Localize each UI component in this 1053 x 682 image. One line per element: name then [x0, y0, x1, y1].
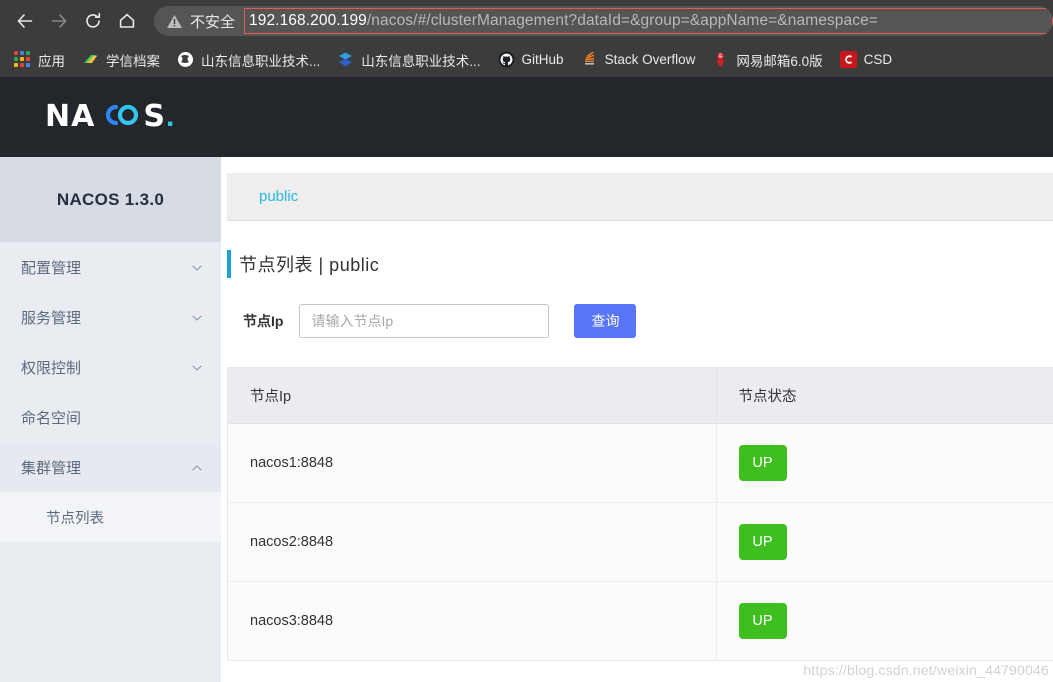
bookmark-label: GitHub	[521, 52, 564, 67]
bookmark-label: Stack Overflow	[604, 52, 696, 67]
bookmark-sdcit-1[interactable]: 山东信息职业技术...	[173, 47, 329, 73]
sidebar-item-node-list[interactable]: 节点列表	[0, 492, 221, 542]
table-header-row: 节点Ip 节点状态	[228, 368, 1053, 424]
sidebar-item-label: 命名空间	[21, 409, 82, 427]
cube-icon	[337, 51, 354, 68]
browser-chrome: 不安全 192.168.200.199/nacos/#/clusterManag…	[0, 0, 1053, 77]
sidebar-item-label: 权限控制	[21, 359, 82, 377]
bookmark-label: 网易邮箱6.0版	[736, 53, 823, 69]
column-header-node-status: 节点状态	[716, 368, 1053, 424]
chevron-down-icon	[191, 361, 203, 373]
bookmark-label: 山东信息职业技术...	[361, 53, 481, 69]
chevron-down-icon	[191, 261, 203, 273]
cell-node-status: UP	[716, 581, 1053, 661]
url-path: /nacos/#/clusterManagement?dataId=&group…	[366, 12, 878, 29]
logo-dot: .	[165, 100, 175, 133]
sidebar: NACOS 1.3.0 配置管理 服务管理 权限控制 命名空间 集群管理 节点列…	[0, 157, 221, 682]
status-badge: UP	[738, 444, 787, 481]
status-badge: UP	[738, 602, 787, 639]
bookmark-label: 应用	[38, 53, 65, 69]
bookmark-sdcit-2[interactable]: 山东信息职业技术...	[333, 47, 489, 73]
table-row: nacos1:8848 UP	[228, 423, 1053, 503]
page-title-text: 节点列表 | public	[239, 255, 380, 275]
page-title: 节点列表 | public	[227, 250, 1053, 278]
nacos-app: NA S . NACOS 1.3.0 配置管理 服务管理 权限控制 命名空间 集…	[0, 77, 1053, 682]
bookmark-stackoverflow[interactable]: Stack Overflow	[577, 47, 705, 73]
not-secure-label: 不安全	[190, 13, 236, 31]
bookmark-label: CSD	[863, 52, 893, 67]
github-icon	[498, 51, 515, 68]
search-form: 节点Ip 查询	[243, 304, 1053, 338]
sidebar-item-label: 配置管理	[21, 259, 82, 277]
reload-button[interactable]	[76, 4, 110, 38]
node-table: 节点Ip 节点状态 nacos1:8848 UP nacos2:8848 UP …	[227, 367, 1053, 661]
stackoverflow-icon	[581, 51, 598, 68]
sidebar-item-cluster-management[interactable]: 集群管理	[0, 442, 221, 492]
nacos-logo: NA S .	[45, 100, 174, 134]
bookmark-github[interactable]: GitHub	[494, 47, 573, 73]
logo-text-na: NA	[45, 99, 96, 134]
app-header: NA S .	[0, 77, 1053, 157]
bookmark-label: 学信档案	[106, 53, 160, 69]
sidebar-item-label: 集群管理	[21, 459, 82, 477]
breadcrumb-namespace-link[interactable]: public	[259, 188, 298, 205]
cell-node-ip: nacos2:8848	[228, 502, 717, 582]
chevron-down-icon	[191, 311, 203, 323]
bookmark-apps[interactable]: 应用	[10, 47, 74, 73]
sidebar-item-permission-control[interactable]: 权限控制	[0, 342, 221, 392]
logo-text-s: S	[143, 99, 166, 134]
back-arrow-icon	[15, 11, 35, 31]
url-bar[interactable]: 192.168.200.199/nacos/#/clusterManagemen…	[244, 8, 1053, 34]
omnibox[interactable]: 不安全 192.168.200.199/nacos/#/clusterManag…	[154, 6, 1053, 36]
search-input[interactable]	[299, 304, 550, 338]
chsi-icon	[82, 51, 99, 68]
forward-button[interactable]	[42, 4, 76, 38]
breadcrumb: public	[227, 173, 1053, 221]
sidebar-item-service-management[interactable]: 服务管理	[0, 292, 221, 342]
logo-infinity-icon	[96, 104, 142, 126]
column-header-node-ip: 节点Ip	[228, 368, 717, 424]
cell-node-ip: nacos3:8848	[228, 581, 717, 661]
globe-icon	[177, 51, 194, 68]
bookmark-netease-mail[interactable]: 易 网易邮箱6.0版	[708, 47, 831, 73]
netease-mail-icon: 易	[712, 51, 729, 68]
query-button[interactable]: 查询	[574, 304, 637, 338]
home-button[interactable]	[110, 4, 144, 38]
title-accent-bar	[227, 250, 231, 278]
cell-node-ip: nacos1:8848	[228, 423, 717, 503]
svg-text:易: 易	[719, 53, 724, 59]
watermark: https://blog.csdn.net/weixin_44790046	[803, 662, 1049, 678]
home-icon	[117, 11, 137, 31]
sidebar-version-title: NACOS 1.3.0	[0, 157, 221, 242]
sidebar-item-config-management[interactable]: 配置管理	[0, 242, 221, 292]
browser-toolbar: 不安全 192.168.200.199/nacos/#/clusterManag…	[0, 0, 1053, 42]
back-button[interactable]	[8, 4, 42, 38]
sidebar-subitem-label: 节点列表	[46, 510, 104, 527]
bookmarks-bar: 应用 学信档案 山东信息职业技术... 山东信息职业技术... GitHub S…	[0, 42, 1053, 77]
sidebar-item-namespace[interactable]: 命名空间	[0, 392, 221, 442]
table-row: nacos3:8848 UP	[228, 581, 1053, 661]
apps-grid-icon	[14, 51, 31, 68]
forward-arrow-icon	[49, 11, 69, 31]
node-ip-label: 节点Ip	[243, 313, 284, 329]
sidebar-item-label: 服务管理	[21, 309, 82, 327]
bookmark-csdn[interactable]: CSD	[836, 47, 902, 73]
status-badge: UP	[738, 523, 787, 560]
csdn-icon	[839, 51, 857, 68]
cell-node-status: UP	[716, 423, 1053, 503]
reload-icon	[83, 11, 103, 31]
warning-triangle-icon	[166, 13, 183, 30]
chevron-up-icon	[191, 461, 203, 473]
url-host: 192.168.200.199	[249, 12, 367, 29]
cell-node-status: UP	[716, 502, 1053, 582]
bookmark-label: 山东信息职业技术...	[201, 53, 321, 69]
bookmark-chsi[interactable]: 学信档案	[78, 47, 169, 73]
main-content: public 节点列表 | public 节点Ip 查询 节点Ip 节点状态	[221, 157, 1053, 682]
table-row: nacos2:8848 UP	[228, 502, 1053, 582]
